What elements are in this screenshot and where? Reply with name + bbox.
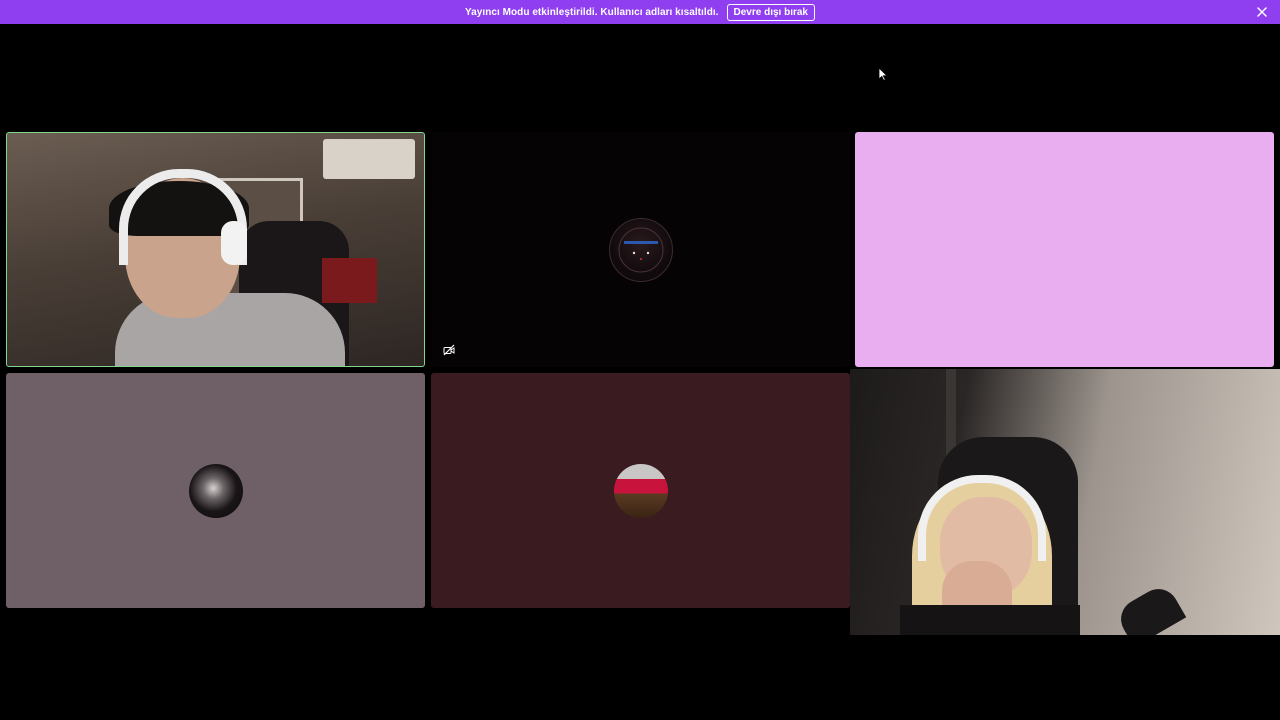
top-shape — [900, 605, 1080, 635]
air-conditioner-shape — [323, 139, 415, 179]
video-tile-avatar-gray[interactable] — [6, 373, 425, 608]
disable-streamer-mode-button[interactable]: Devre dışı bırak — [726, 3, 815, 21]
mouse-pointer-icon — [878, 67, 888, 81]
chair-arm-shape — [1113, 581, 1187, 635]
user-avatar — [608, 218, 673, 282]
video-tile-color[interactable] — [855, 132, 1274, 367]
streamer-mode-banner: Yayıncı Modu etkinleştirildi. Kullanıcı … — [0, 0, 1280, 24]
video-tile-camera[interactable] — [850, 369, 1280, 635]
video-tile-avatar-dark[interactable] — [431, 132, 850, 367]
video-tile-avatar-maroon[interactable] — [431, 373, 850, 608]
user-avatar — [613, 463, 668, 518]
user-avatar — [188, 463, 243, 518]
streamer-mode-message: Yayıncı Modu etkinleştirildi. Kullanıcı … — [464, 6, 719, 18]
headphone-cup-shape — [221, 221, 247, 265]
poster-shape — [322, 258, 377, 303]
call-stage: Yayıncı Modu etkinleştirildi. Kullanıcı … — [0, 0, 1280, 720]
camera-off-icon — [443, 343, 455, 356]
close-icon[interactable] — [1255, 5, 1269, 19]
video-tile-camera-speaking[interactable] — [6, 132, 425, 367]
